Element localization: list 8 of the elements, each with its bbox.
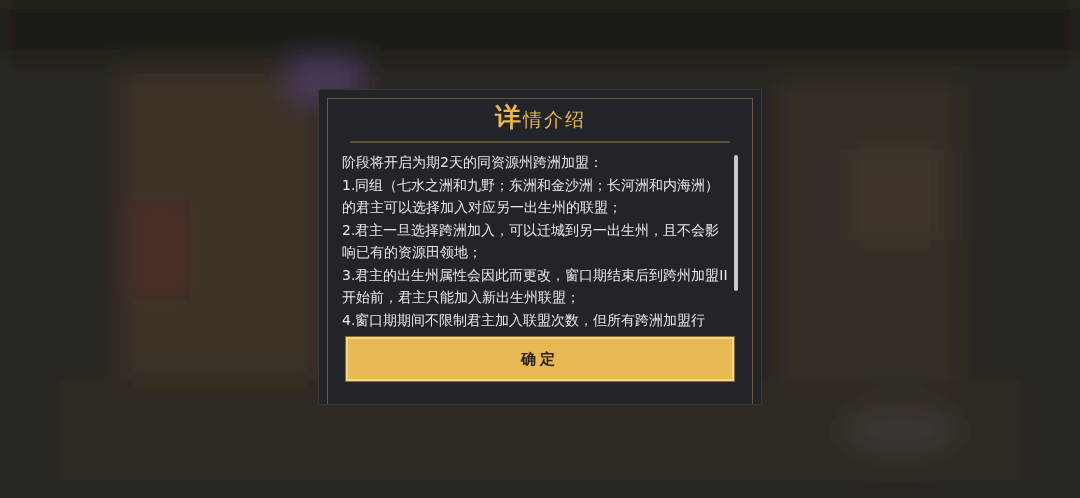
confirm-button[interactable]: 确定 — [346, 337, 734, 381]
rule-paragraph: 3.君主的出生州属性会因此而更改，窗口期结束后到跨州加盟II 开始前，君主只能加入新出生州联盟； — [342, 265, 729, 307]
rule-paragraph: 2.君主一旦选择跨洲加入，可以迁城到另一出生州，且不会影响已有的资源田领地； — [342, 220, 721, 262]
dialog-title: 详情介绍 — [494, 101, 586, 134]
rule-paragraph: 阶段将开启为期2天的同资源州跨洲加盟： — [342, 153, 604, 172]
scrollbar-icon[interactable] — [734, 155, 738, 291]
rule-paragraph: 4.窗口期期间不限制君主加入联盟次数，但所有跨洲加盟行 — [342, 310, 707, 330]
rule-paragraph: 1.同组（七水之洲和九野；东洲和金沙洲；长河洲和内海洲）的君主可以选择加入对应另一出生州的联盟； — [342, 175, 721, 217]
